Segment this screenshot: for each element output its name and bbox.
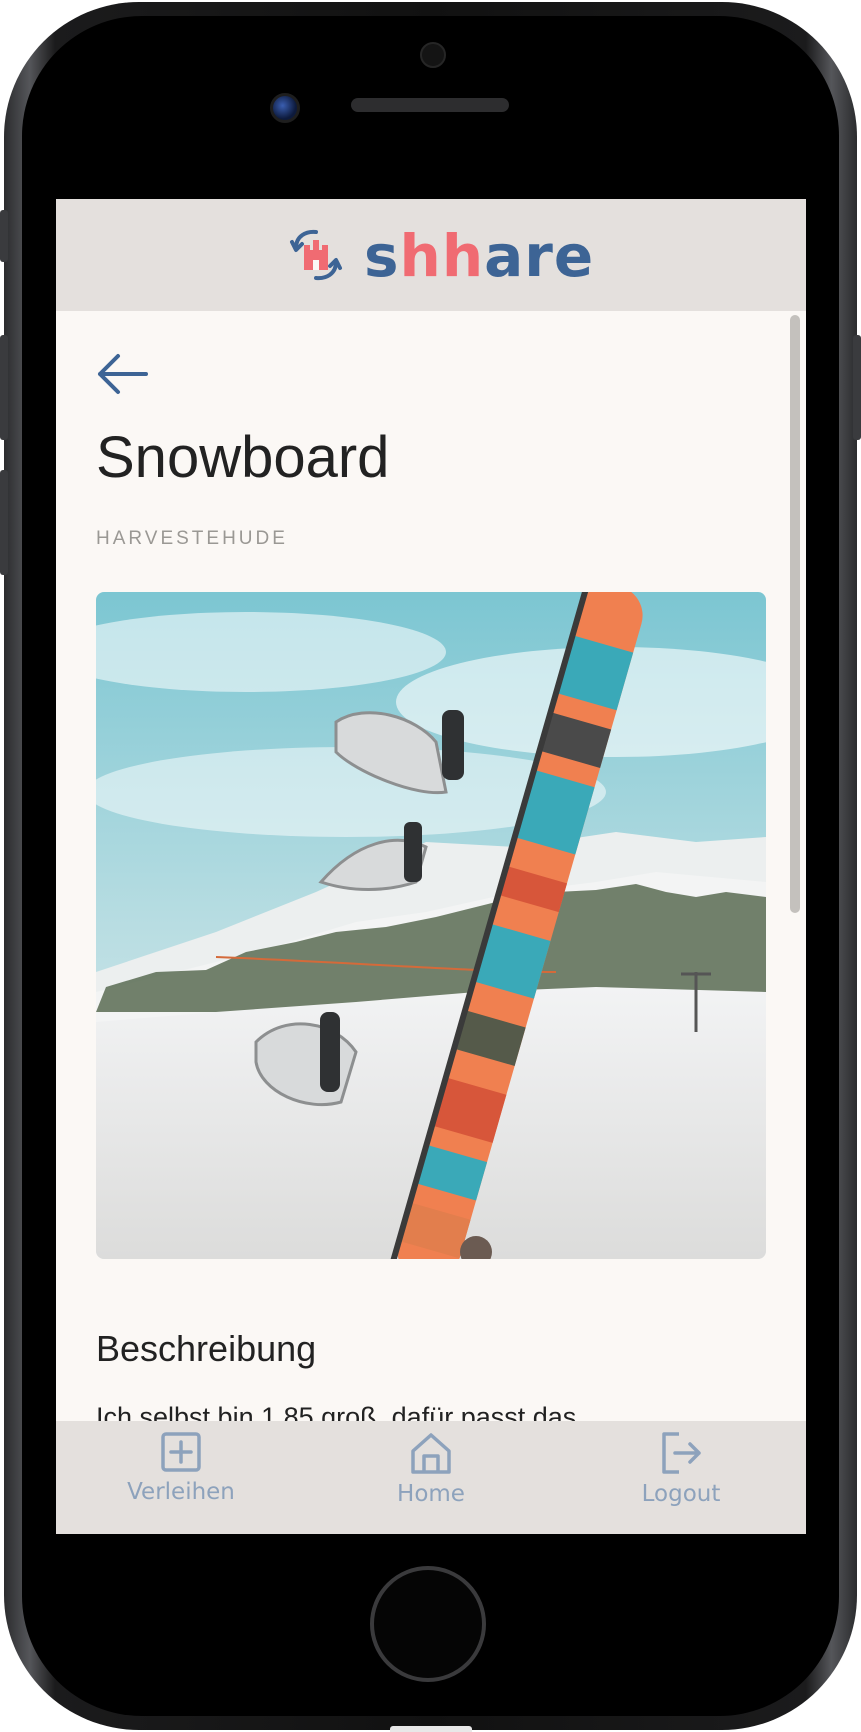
side-button: [0, 210, 8, 262]
logo-castle-icon: [290, 229, 342, 281]
side-button: [853, 335, 861, 440]
tab-label: Logout: [641, 1481, 721, 1507]
app-screen: shhare Snowboard HARVESTEHUDE Beschreibu…: [56, 199, 806, 1534]
tab-label: Verleihen: [127, 1479, 235, 1505]
front-camera: [270, 93, 300, 123]
description-heading: Beschreibung: [96, 1328, 317, 1369]
plus-square-icon: [161, 1432, 201, 1472]
tab-home[interactable]: Home: [351, 1431, 511, 1507]
earpiece-speaker: [351, 98, 509, 112]
tab-logout[interactable]: Logout: [601, 1431, 761, 1507]
back-button[interactable]: [94, 349, 150, 399]
logout-icon: [662, 1432, 701, 1474]
arrow-left-icon: [98, 354, 148, 394]
side-button: [0, 335, 8, 440]
logo-wordmark: shhare: [364, 222, 595, 290]
tab-verleihen[interactable]: Verleihen: [101, 1431, 261, 1505]
product-photo: [96, 592, 766, 1259]
product-title: Snowboard: [96, 425, 390, 490]
home-button[interactable]: [370, 1566, 486, 1682]
charging-port: [390, 1726, 472, 1732]
bottom-tab-bar: Verleihen Home Logout: [56, 1421, 806, 1534]
side-button: [0, 470, 8, 575]
detail-content: Snowboard HARVESTEHUDE Beschreibung Ich …: [56, 311, 806, 1432]
home-icon: [411, 1433, 451, 1474]
product-location: HARVESTEHUDE: [96, 528, 288, 549]
camera-dot: [420, 42, 446, 68]
app-logo[interactable]: shhare: [286, 221, 594, 291]
tab-label: Home: [397, 1481, 465, 1507]
header-bar: shhare: [56, 199, 806, 311]
scrollbar[interactable]: [790, 315, 800, 913]
